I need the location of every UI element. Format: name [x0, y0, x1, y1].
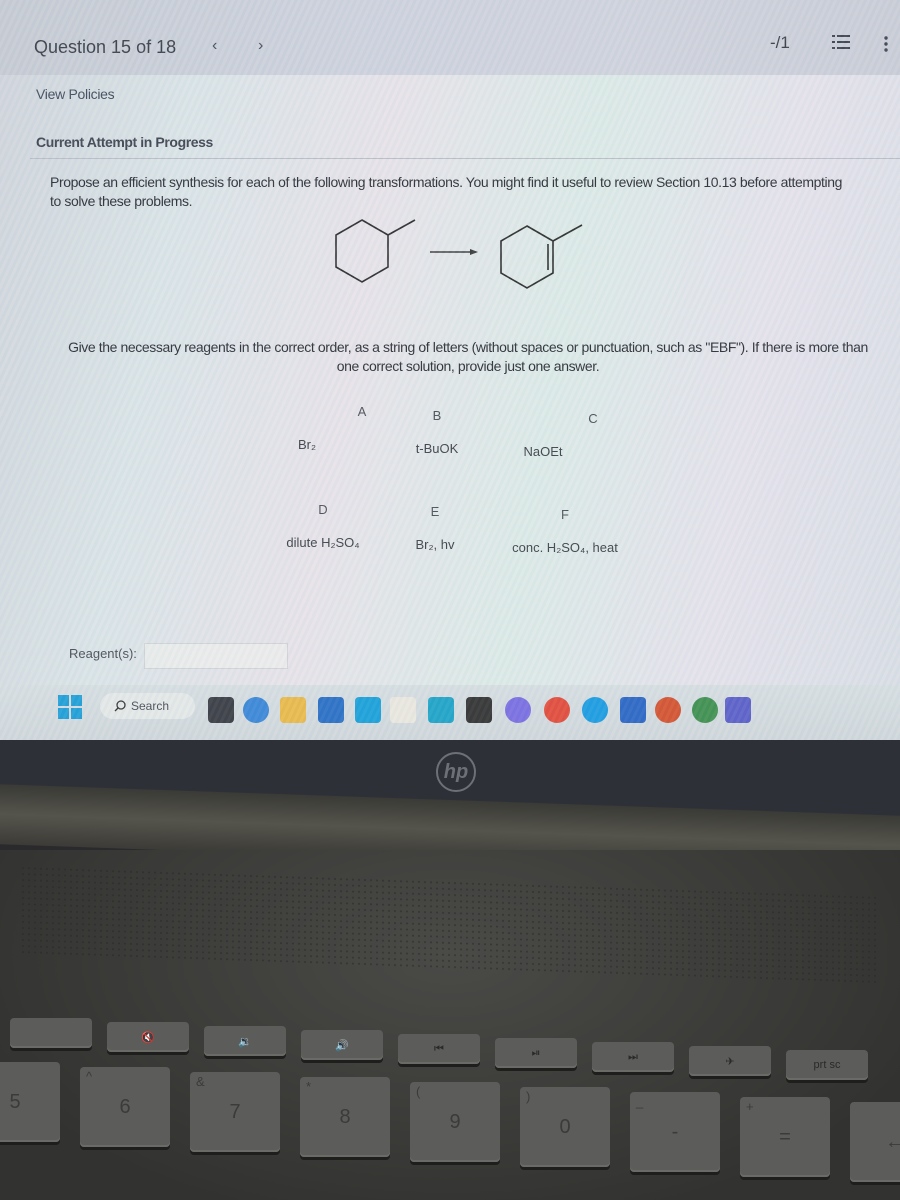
reaction-arrow — [430, 249, 478, 255]
key-legend: 7 — [229, 1100, 241, 1123]
divider — [30, 158, 900, 159]
question-prompt: Propose an efficient synthesis for each … — [50, 174, 843, 209]
reagent-name: Br₂, hv — [415, 537, 455, 552]
key-5[interactable]: %5 — [0, 1062, 60, 1142]
key-8[interactable]: * 8 — [300, 1077, 390, 1157]
score: -/1 — [770, 33, 790, 52]
question-header: Question 15 of 18 ‹ › -/1 — [0, 0, 900, 75]
screen: Question 15 of 18 ‹ › -/1 View Policies … — [0, 0, 900, 740]
powerpoint-icon[interactable] — [655, 697, 681, 723]
reagent-name: conc. H₂SO₄, heat — [512, 540, 618, 555]
key-shift-legend: ( — [416, 1084, 421, 1099]
windows-taskbar: Search — [0, 685, 900, 740]
search-icon — [114, 700, 126, 712]
reagent-option-f: F conc. H₂SO₄, heat — [485, 507, 645, 555]
word-icon[interactable] — [620, 697, 646, 723]
key-6[interactable]: ^ 6 — [80, 1067, 170, 1147]
teams-icon[interactable] — [725, 697, 751, 723]
list-icon[interactable] — [832, 34, 850, 50]
fn-key-airplane[interactable]: ✈ — [689, 1046, 771, 1076]
edge-icon[interactable] — [582, 697, 608, 723]
more-vertical-icon[interactable] — [884, 36, 888, 52]
key-shift-legend: + — [746, 1099, 754, 1114]
taskbar-search[interactable]: Search — [100, 693, 195, 719]
key-legend: = — [779, 1125, 791, 1148]
key-legend: 9 — [449, 1110, 461, 1133]
dropbox-icon[interactable] — [466, 697, 492, 723]
key--[interactable]: _ - — [630, 1092, 720, 1172]
key-7[interactable]: & 7 — [190, 1072, 280, 1152]
fn-key-play-pause[interactable]: ⏯ — [495, 1038, 577, 1068]
fn-key-prt-sc[interactable]: prt sc — [786, 1050, 868, 1080]
cd-app-icon[interactable] — [692, 697, 718, 723]
windows-start-icon[interactable] — [58, 695, 82, 719]
key-legend: 5 — [9, 1090, 21, 1113]
file-explorer-icon[interactable] — [280, 697, 306, 723]
fn-key-prev-track[interactable]: ⏮ — [398, 1034, 480, 1064]
answer-instructions: Give the necessary reagents in the corre… — [68, 339, 868, 374]
reaction-scheme — [335, 219, 583, 289]
fn-key-mute[interactable]: 🔇 — [107, 1022, 189, 1052]
key-legend: 0 — [559, 1115, 571, 1138]
attempt-status: Current Attempt in Progress — [36, 134, 213, 150]
mail-icon[interactable] — [355, 697, 381, 723]
copilot-icon[interactable] — [505, 697, 531, 723]
meet-icon[interactable] — [243, 697, 269, 723]
view-policies-link[interactable]: View Policies — [36, 86, 115, 102]
reactant-methylcyclohexane — [335, 219, 416, 283]
reagent-name: dilute H₂SO₄ — [286, 535, 360, 550]
key-=[interactable]: + = — [740, 1097, 830, 1177]
reagent-letter: C — [588, 411, 598, 426]
key-legend: ← — [885, 1130, 900, 1153]
chrome-icon[interactable] — [544, 697, 570, 723]
reagents-answer-input[interactable] — [144, 643, 288, 669]
fn-key-blank[interactable] — [10, 1018, 92, 1048]
fn-key-next-track[interactable]: ⏭ — [592, 1042, 674, 1072]
amazon-icon[interactable] — [390, 697, 416, 723]
reagents-answer-label: Reagent(s): — [69, 646, 137, 661]
microsoft-store-icon[interactable] — [318, 697, 344, 723]
reagent-name: NaOEt — [523, 444, 563, 459]
key-shift-legend: ) — [526, 1089, 531, 1104]
fn-key-vol-up[interactable]: 🔊 — [301, 1030, 383, 1060]
key-shift-legend: _ — [636, 1094, 644, 1109]
key-legend: - — [671, 1120, 679, 1143]
task-view-icon[interactable] — [208, 697, 234, 723]
question-counter: Question 15 of 18 — [34, 37, 177, 57]
search-label: Search — [131, 699, 170, 713]
hp-logo: hp — [436, 752, 476, 792]
mcgraw-hill-icon[interactable] — [428, 697, 454, 723]
key-legend: 8 — [339, 1105, 351, 1128]
key-shift-legend: ^ — [86, 1069, 93, 1084]
reagent-letter: F — [561, 507, 569, 522]
product-methylcyclohexene — [500, 224, 583, 289]
next-question-button[interactable]: › — [258, 37, 263, 55]
key-9[interactable]: (9 — [410, 1082, 500, 1162]
previous-question-button[interactable]: ‹ — [212, 37, 217, 55]
key-shift-legend: * — [306, 1079, 312, 1094]
reagent-option-c: C NaOEt — [488, 411, 648, 459]
key-legend: 6 — [119, 1095, 131, 1118]
key-backspace[interactable]: ← — [850, 1102, 900, 1182]
reagent-name: t-BuOK — [415, 441, 459, 456]
key-shift-legend: & — [196, 1074, 205, 1089]
key-0[interactable]: ) 0 — [520, 1087, 610, 1167]
fn-key-vol-down[interactable]: 🔉 — [204, 1026, 286, 1056]
reagent-name: Br₂ — [297, 437, 317, 452]
